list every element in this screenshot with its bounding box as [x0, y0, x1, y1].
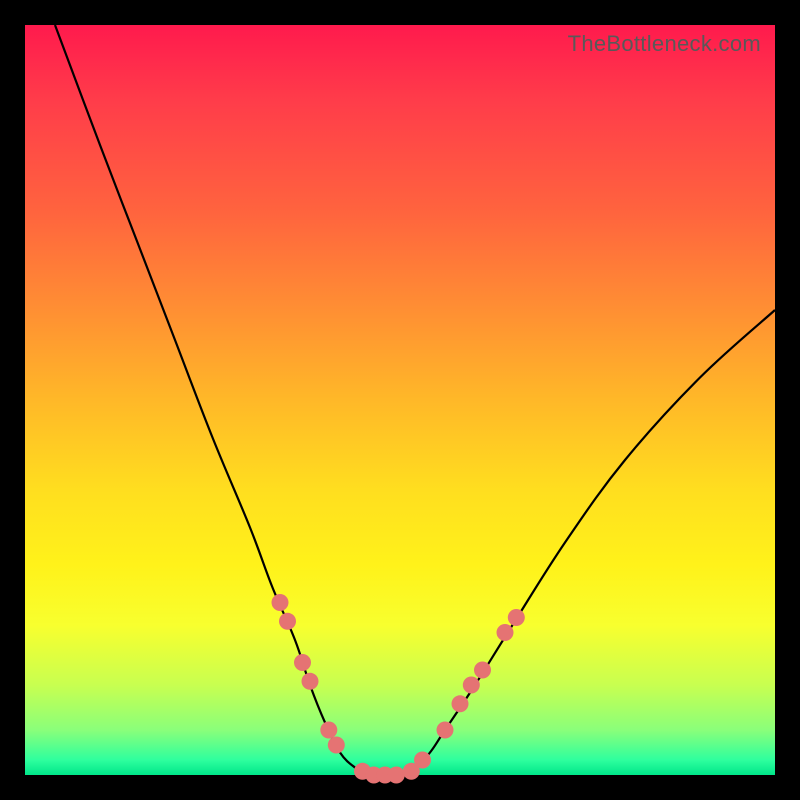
marker-dot: [474, 662, 491, 679]
plot-area: TheBottleneck.com: [25, 25, 775, 775]
marker-dot: [294, 654, 311, 671]
marker-dot: [388, 767, 405, 784]
marker-dot: [508, 609, 525, 626]
marker-dot: [497, 624, 514, 641]
marker-dot: [452, 695, 469, 712]
marker-dot: [463, 677, 480, 694]
marker-dot: [437, 722, 454, 739]
bottleneck-curve: [25, 25, 775, 775]
marker-dot: [272, 594, 289, 611]
marker-dot: [279, 613, 296, 630]
marker-dot: [320, 722, 337, 739]
chart-frame: TheBottleneck.com: [0, 0, 800, 800]
marker-dot: [414, 752, 431, 769]
marker-dot: [302, 673, 319, 690]
curve-path: [55, 25, 775, 776]
marker-dot: [328, 737, 345, 754]
marker-layer: [272, 594, 525, 784]
